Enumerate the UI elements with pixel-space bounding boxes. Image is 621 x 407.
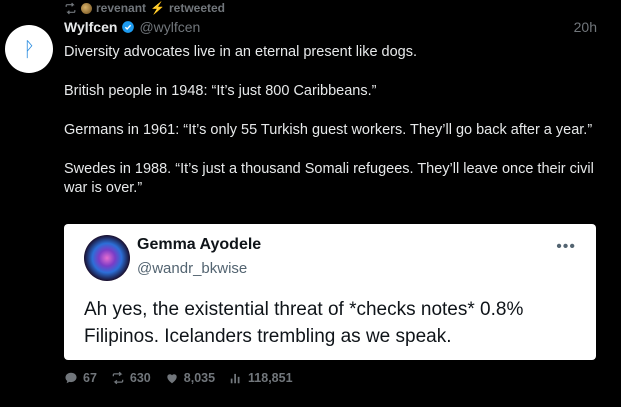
like-icon [167, 374, 177, 384]
more-icon[interactable]: ••• [556, 238, 576, 256]
quoted-author-name[interactable]: Gemma Ayodele [137, 236, 261, 254]
retweeter-avatar [81, 2, 92, 14]
retweeter-name[interactable]: revenant [96, 1, 146, 15]
retweet-label: retweeted [168, 1, 226, 15]
views-button[interactable]: 118,851 [229, 371, 293, 385]
retweet-indicator[interactable]: revenant ⚡ retweeted [64, 1, 225, 15]
author-handle[interactable]: @wylfcen [139, 19, 200, 35]
views-icon [230, 373, 240, 384]
quoted-tweet-text: Ah yes, the existential threat of *check… [84, 299, 524, 347]
tweet-header: Wylfcen @wylfcen 20h [64, 18, 597, 36]
tweet-actions-bar: 67 630 8,035 118,851 [64, 370, 293, 386]
like-count: 8,035 [183, 371, 216, 385]
reply-button[interactable]: 67 [64, 371, 97, 385]
author-avatar[interactable]: ᚹ [5, 25, 53, 73]
retweeter-emoji: ⚡ [150, 1, 165, 15]
tweet-timestamp[interactable]: 20h [574, 19, 597, 35]
tweet-paragraph: Swedes in 1988. “It’s just a thousand So… [64, 161, 594, 196]
quoted-tweet-card[interactable]: Gemma Ayodele @wandr_bkwise ••• Ah yes, … [64, 224, 596, 360]
reply-count: 67 [83, 371, 97, 385]
tweet-body: Diversity advocates live in an eternal p… [64, 43, 604, 218]
tweet-paragraph: Germans in 1961: “It’s only 55 Turkish g… [64, 122, 593, 138]
retweet-count: 630 [129, 371, 151, 385]
verified-badge-icon [122, 21, 135, 33]
avatar-glyph: ᚹ [23, 37, 35, 61]
quoted-author-avatar[interactable] [84, 235, 130, 281]
tweet-paragraph: Diversity advocates live in an eternal p… [64, 44, 418, 60]
tweet-paragraph: British people in 1948: “It’s just 800 C… [64, 83, 377, 99]
view-count: 118,851 [248, 371, 293, 385]
retweet-icon [112, 371, 124, 385]
like-button[interactable]: 8,035 [165, 371, 215, 385]
retweet-button[interactable]: 630 [111, 371, 151, 385]
retweet-icon [65, 2, 76, 14]
reply-icon [65, 372, 77, 384]
quoted-author-handle[interactable]: @wandr_bkwise [137, 260, 247, 277]
author-display-name[interactable]: Wylfcen [64, 19, 117, 35]
